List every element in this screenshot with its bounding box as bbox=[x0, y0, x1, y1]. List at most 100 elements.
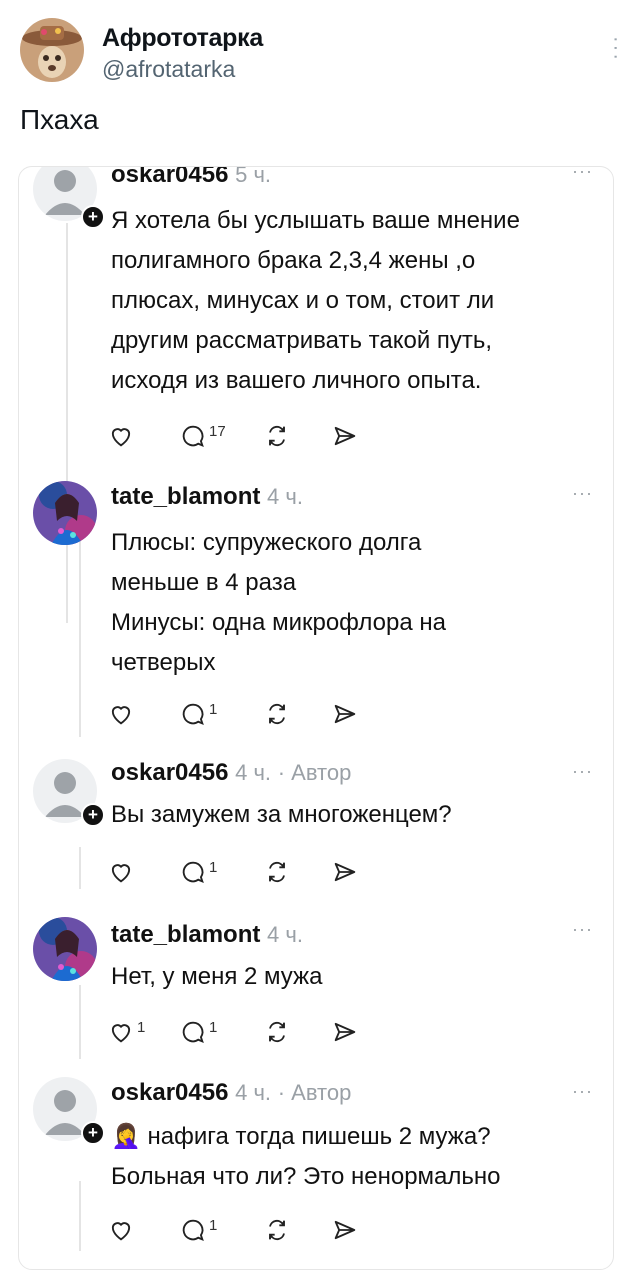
thread-line bbox=[79, 1181, 81, 1251]
like-button[interactable] bbox=[107, 419, 137, 453]
reply-button[interactable]: 1 bbox=[179, 697, 217, 731]
embedded-comment-thread: + oskar0456 5 ч. ··· Я хотела бы услышат… bbox=[18, 166, 614, 1270]
comment-line: Вы замужем за многоженцем? bbox=[111, 801, 452, 828]
reply-count: 1 bbox=[209, 1018, 218, 1036]
comment-username[interactable]: tate_blamont bbox=[111, 921, 260, 948]
repost-button[interactable] bbox=[263, 697, 291, 731]
repost-icon bbox=[269, 425, 285, 447]
repost-icon bbox=[269, 703, 285, 725]
comment-line: меньше в 4 раза bbox=[111, 569, 297, 596]
author-name[interactable]: Афрототарка bbox=[102, 24, 263, 53]
comment-header: tate_blamont 4 ч. bbox=[111, 921, 303, 949]
more-options-icon[interactable]: ··· bbox=[572, 761, 593, 782]
repost-button[interactable] bbox=[263, 1213, 291, 1247]
comment-time: 4 ч. bbox=[235, 1080, 272, 1105]
more-options-icon[interactable]: ··· bbox=[572, 919, 593, 940]
more-options-icon[interactable]: ··· bbox=[605, 36, 627, 62]
send-icon bbox=[334, 704, 356, 724]
send-icon bbox=[334, 426, 356, 446]
comment-line: Больная что ли? Это ненормально bbox=[111, 1163, 501, 1190]
heart-icon bbox=[111, 864, 131, 883]
send-icon bbox=[334, 1220, 356, 1240]
send-icon bbox=[334, 862, 356, 882]
author-tag: · Автор bbox=[277, 760, 352, 785]
share-button[interactable] bbox=[331, 1015, 359, 1049]
comment-actions: 1 bbox=[107, 697, 427, 731]
comment-username[interactable]: oskar0456 bbox=[111, 167, 228, 188]
thread-line bbox=[66, 223, 68, 623]
like-button[interactable] bbox=[107, 855, 137, 889]
comment-header: oskar0456 5 ч. bbox=[111, 166, 272, 189]
repost-icon bbox=[269, 1219, 285, 1241]
comment-actions: 1 1 bbox=[107, 1015, 427, 1049]
more-options-icon[interactable]: ··· bbox=[572, 483, 593, 504]
tweet-text: Пхаха bbox=[20, 104, 99, 135]
heart-icon bbox=[111, 428, 131, 447]
heart-icon bbox=[111, 1222, 131, 1241]
reply-count: 17 bbox=[209, 422, 226, 440]
author-avatar[interactable] bbox=[20, 18, 84, 82]
send-icon bbox=[334, 1022, 356, 1042]
heart-icon bbox=[111, 706, 131, 725]
repost-button[interactable] bbox=[263, 419, 291, 453]
more-options-icon[interactable]: ··· bbox=[572, 167, 593, 182]
follow-plus-icon[interactable]: + bbox=[81, 1121, 105, 1145]
comment-username[interactable]: tate_blamont bbox=[111, 483, 260, 510]
comment-text: Плюсы: супружеского долга меньше в 4 раз… bbox=[111, 523, 601, 683]
comment-bubble-icon bbox=[182, 425, 204, 447]
reply-count: 1 bbox=[209, 700, 218, 718]
thread-line bbox=[79, 519, 81, 737]
repost-button[interactable] bbox=[263, 1015, 291, 1049]
like-button[interactable] bbox=[107, 1213, 137, 1247]
reply-button[interactable]: 1 bbox=[179, 1015, 217, 1049]
comment-header: oskar0456 4 ч. · Автор bbox=[111, 1079, 351, 1107]
comment-username[interactable]: oskar0456 bbox=[111, 759, 228, 786]
share-button[interactable] bbox=[331, 419, 359, 453]
comment-line: Я хотела бы услышать ваше мнение bbox=[111, 207, 520, 234]
comment-bubble-icon bbox=[182, 861, 204, 883]
tweet-header: Афрототарка @afrotatarka ··· bbox=[20, 18, 627, 88]
comment-line: 🤦‍♀️ нафига тогда пишешь 2 мужа? bbox=[111, 1123, 491, 1150]
reply-button[interactable]: 17 bbox=[179, 419, 226, 453]
reply-button[interactable]: 1 bbox=[179, 855, 217, 889]
reply-count: 1 bbox=[209, 858, 218, 876]
comment-line: Плюсы: супружеского долга bbox=[111, 529, 422, 556]
repost-icon bbox=[269, 1021, 285, 1043]
more-options-icon[interactable]: ··· bbox=[572, 1081, 593, 1102]
share-button[interactable] bbox=[331, 1213, 359, 1247]
follow-plus-icon[interactable]: + bbox=[81, 803, 105, 827]
share-button[interactable] bbox=[331, 697, 359, 731]
like-button[interactable] bbox=[107, 697, 137, 731]
comment-header: oskar0456 4 ч. · Автор bbox=[111, 759, 351, 787]
avatar[interactable] bbox=[33, 917, 97, 981]
comment-time: 5 ч. bbox=[235, 166, 272, 187]
thread-line bbox=[79, 985, 81, 1059]
comment-line: четверых bbox=[111, 649, 216, 676]
follow-plus-icon[interactable]: + bbox=[81, 205, 105, 229]
comment-line: исходя из вашего личного опыта. bbox=[111, 367, 482, 394]
comment-username[interactable]: oskar0456 bbox=[111, 1079, 228, 1106]
reply-button[interactable]: 1 bbox=[179, 1213, 217, 1247]
share-button[interactable] bbox=[331, 855, 359, 889]
author-tag: · Автор bbox=[277, 1080, 352, 1105]
repost-button[interactable] bbox=[263, 855, 291, 889]
comment-text: Вы замужем за многоженцем? bbox=[111, 795, 601, 835]
comment-text: Я хотела бы услышать ваше мнение полигам… bbox=[111, 201, 601, 401]
comment-line: Нет, у меня 2 мужа bbox=[111, 963, 323, 990]
comment-time: 4 ч. bbox=[235, 760, 272, 785]
comment-time: 4 ч. bbox=[267, 922, 303, 947]
comment-text: 🤦‍♀️ нафига тогда пишешь 2 мужа? Больная… bbox=[111, 1117, 601, 1197]
comment-bubble-icon bbox=[182, 1021, 204, 1043]
author-handle[interactable]: @afrotatarka bbox=[102, 56, 235, 83]
comment-line: Минусы: одна микрофлора на bbox=[111, 609, 446, 636]
comment-actions: 1 bbox=[107, 855, 427, 889]
reply-count: 1 bbox=[209, 1216, 218, 1234]
comment-text: Нет, у меня 2 мужа bbox=[111, 957, 601, 997]
thread-line bbox=[79, 847, 81, 889]
avatar[interactable] bbox=[33, 481, 97, 545]
comment-actions: 1 bbox=[107, 1213, 427, 1247]
comment-actions: 17 bbox=[107, 419, 427, 453]
comment-time: 4 ч. bbox=[267, 484, 303, 509]
like-button[interactable]: 1 bbox=[107, 1015, 145, 1049]
heart-icon bbox=[111, 1024, 131, 1043]
